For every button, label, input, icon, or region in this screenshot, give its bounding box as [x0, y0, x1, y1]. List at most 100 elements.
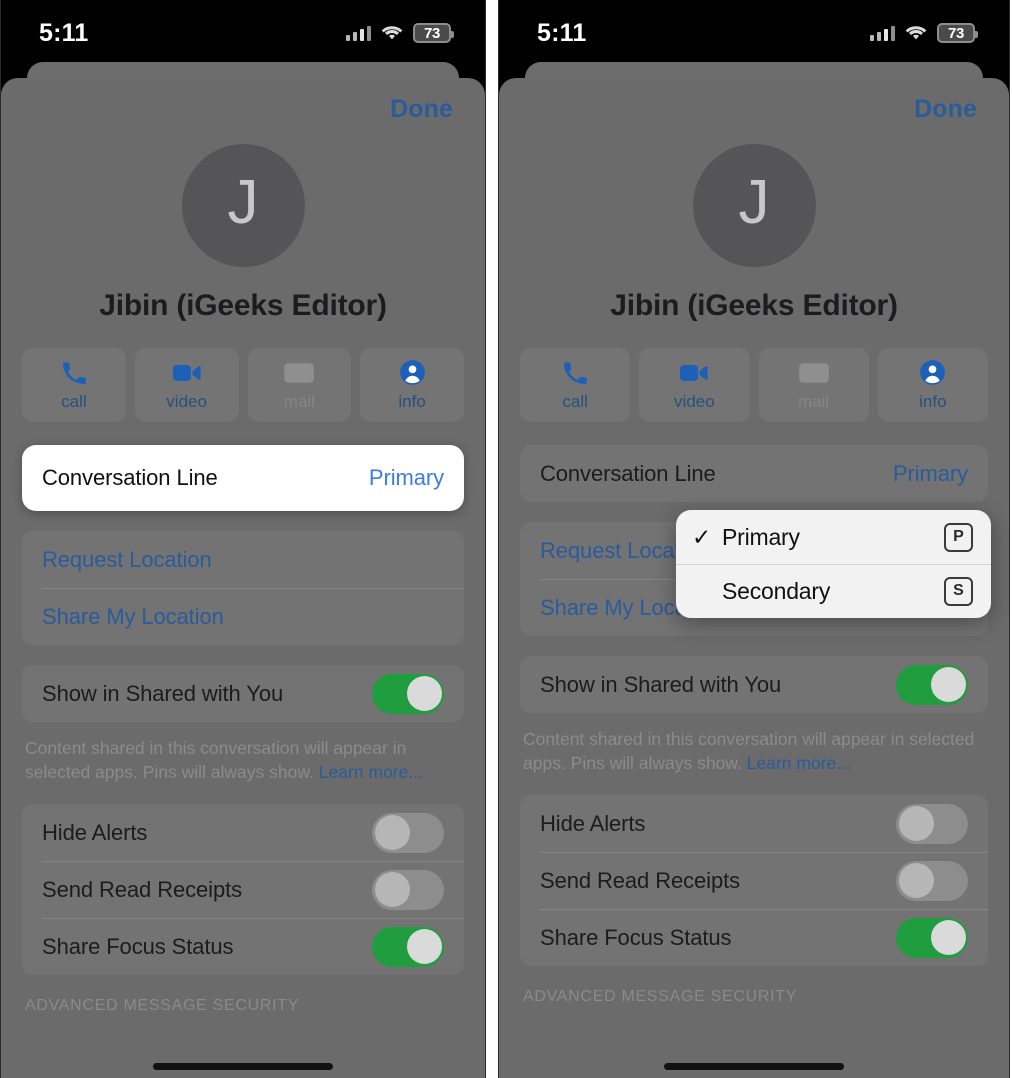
request-location-label: Request Location — [42, 546, 212, 572]
hide-alerts-toggle[interactable] — [896, 803, 968, 844]
show-in-shared-with-you-toggle[interactable] — [896, 664, 968, 705]
menu-item-primary[interactable]: ✓ Primary P — [676, 510, 991, 564]
toggle-knob — [374, 872, 410, 908]
share-my-location-label: Share My Location — [42, 603, 224, 629]
toggle-knob — [374, 815, 410, 851]
status-bar-time: 5:11 — [39, 18, 89, 47]
conversation-line-row[interactable]: Conversation Line Primary — [520, 445, 988, 502]
keyboard-badge-p-icon: P — [944, 522, 973, 552]
toggle-knob — [406, 929, 442, 965]
hide-alerts-row[interactable]: Hide Alerts — [22, 804, 464, 861]
share-focus-status-row[interactable]: Share Focus Status — [22, 918, 464, 975]
done-button[interactable]: Done — [390, 95, 453, 124]
shared-with-you-group: Show in Shared with You — [520, 656, 988, 713]
action-label-info: info — [398, 391, 426, 411]
sheet-stack-left: Done J Jibin (iGeeks Editor) call video … — [1, 62, 485, 1078]
conversation-settings-group: Hide Alerts Send Read Receipts Share Foc… — [520, 795, 988, 967]
send-read-receipts-label: Send Read Receipts — [42, 876, 242, 902]
conversation-line-value[interactable]: Primary — [369, 465, 444, 491]
hide-alerts-label: Hide Alerts — [540, 810, 646, 836]
wifi-icon — [381, 25, 403, 41]
avatar[interactable]: J — [692, 144, 816, 267]
conversation-line-dropdown-menu: ✓ Primary P Secondary S — [676, 510, 991, 618]
learn-more-link[interactable]: Learn more... — [747, 753, 851, 773]
send-read-receipts-row[interactable]: Send Read Receipts — [22, 861, 464, 918]
advanced-message-security-header: ADVANCED MESSAGE SECURITY — [523, 988, 798, 1006]
conversation-line-label: Conversation Line — [540, 460, 716, 486]
menu-item-secondary-label: Secondary — [722, 577, 831, 604]
request-location-row[interactable]: Request Location — [22, 531, 464, 588]
status-bar-time: 5:11 — [537, 18, 587, 47]
send-read-receipts-toggle[interactable] — [372, 869, 444, 910]
action-button-mail: mail — [247, 348, 352, 422]
action-button-mail: mail — [758, 348, 869, 422]
video-camera-icon — [172, 359, 202, 387]
hide-alerts-label: Hide Alerts — [42, 819, 148, 845]
share-focus-status-toggle[interactable] — [896, 917, 968, 958]
share-focus-status-label: Share Focus Status — [540, 924, 732, 950]
shared-with-you-note: Content shared in this conversation will… — [523, 727, 985, 775]
status-bar-indicators: 73 — [345, 19, 454, 43]
envelope-icon — [284, 359, 315, 387]
action-label-info: info — [919, 391, 947, 411]
show-in-shared-with-you-toggle[interactable] — [372, 673, 444, 714]
wifi-icon — [905, 25, 927, 41]
menu-item-primary-label: Primary — [722, 523, 800, 550]
battery-icon: 73 — [413, 23, 454, 43]
details-sheet-left: Done J Jibin (iGeeks Editor) call video … — [1, 78, 485, 1078]
action-button-video[interactable]: video — [639, 348, 750, 422]
action-button-info[interactable]: info — [360, 348, 464, 422]
action-button-call[interactable]: call — [22, 348, 126, 422]
home-indicator — [664, 1063, 844, 1070]
share-focus-status-toggle[interactable] — [372, 926, 444, 967]
battery-icon: 73 — [937, 23, 978, 43]
conversation-settings-group: Hide Alerts Send Read Receipts Share Foc… — [22, 804, 464, 976]
toggle-knob — [898, 863, 934, 899]
conversation-line-group-highlighted: Conversation Line Primary — [22, 445, 464, 511]
share-focus-status-row[interactable]: Share Focus Status — [520, 909, 988, 966]
send-read-receipts-row[interactable]: Send Read Receipts — [520, 852, 988, 909]
action-label-call: call — [61, 391, 87, 411]
video-camera-icon — [679, 359, 709, 387]
send-read-receipts-label: Send Read Receipts — [540, 867, 740, 893]
menu-item-secondary[interactable]: Secondary S — [676, 564, 991, 618]
action-button-call[interactable]: call — [520, 348, 631, 422]
hide-alerts-toggle[interactable] — [372, 812, 444, 853]
conversation-line-label: Conversation Line — [42, 465, 218, 490]
avatar-initial: J — [738, 168, 770, 237]
avatar-container: J — [1, 144, 485, 267]
phone-icon — [562, 359, 588, 387]
checkmark-icon: ✓ — [692, 523, 712, 550]
home-indicator — [153, 1063, 333, 1070]
action-button-info[interactable]: info — [877, 348, 988, 422]
sheet-header-right: Done — [499, 78, 1009, 140]
send-read-receipts-toggle[interactable] — [896, 860, 968, 901]
sheet-stack-right: Done J Jibin (iGeeks Editor) call video … — [499, 62, 1009, 1078]
action-label-mail: mail — [798, 391, 830, 411]
contact-actions-row: call video mail info — [499, 348, 1009, 422]
phone-screen-left: 5:11 73 Done J Jibin (iGeeks Editor) cal… — [0, 0, 486, 1078]
cellular-signal-icon — [869, 25, 895, 41]
contact-name: Jibin (iGeeks Editor) — [99, 289, 387, 322]
conversation-line-value[interactable]: Primary — [893, 461, 968, 487]
battery-percent: 73 — [947, 24, 965, 42]
toggle-knob — [930, 920, 966, 956]
share-focus-status-label: Share Focus Status — [42, 933, 234, 959]
toggle-knob — [898, 806, 934, 842]
show-in-shared-with-you-row[interactable]: Show in Shared with You — [520, 656, 988, 713]
learn-more-link[interactable]: Learn more... — [319, 762, 423, 782]
hide-alerts-row[interactable]: Hide Alerts — [520, 795, 988, 852]
person-circle-icon — [919, 359, 946, 387]
share-my-location-row[interactable]: Share My Location — [22, 588, 464, 645]
sheet-header-left: Done — [1, 78, 485, 140]
show-in-shared-with-you-row[interactable]: Show in Shared with You — [22, 665, 464, 722]
phone-icon — [61, 359, 87, 387]
done-button[interactable]: Done — [914, 95, 977, 124]
conversation-line-row[interactable]: Conversation Line Primary — [22, 445, 464, 511]
toggle-knob — [930, 667, 966, 702]
action-button-video[interactable]: video — [134, 348, 239, 422]
phone-screen-right: 5:11 73 Done J Jibin (iGeeks Editor) cal… — [498, 0, 1010, 1078]
envelope-icon — [798, 359, 829, 387]
avatar[interactable]: J — [181, 144, 305, 267]
keyboard-badge-s-icon: S — [944, 576, 973, 606]
